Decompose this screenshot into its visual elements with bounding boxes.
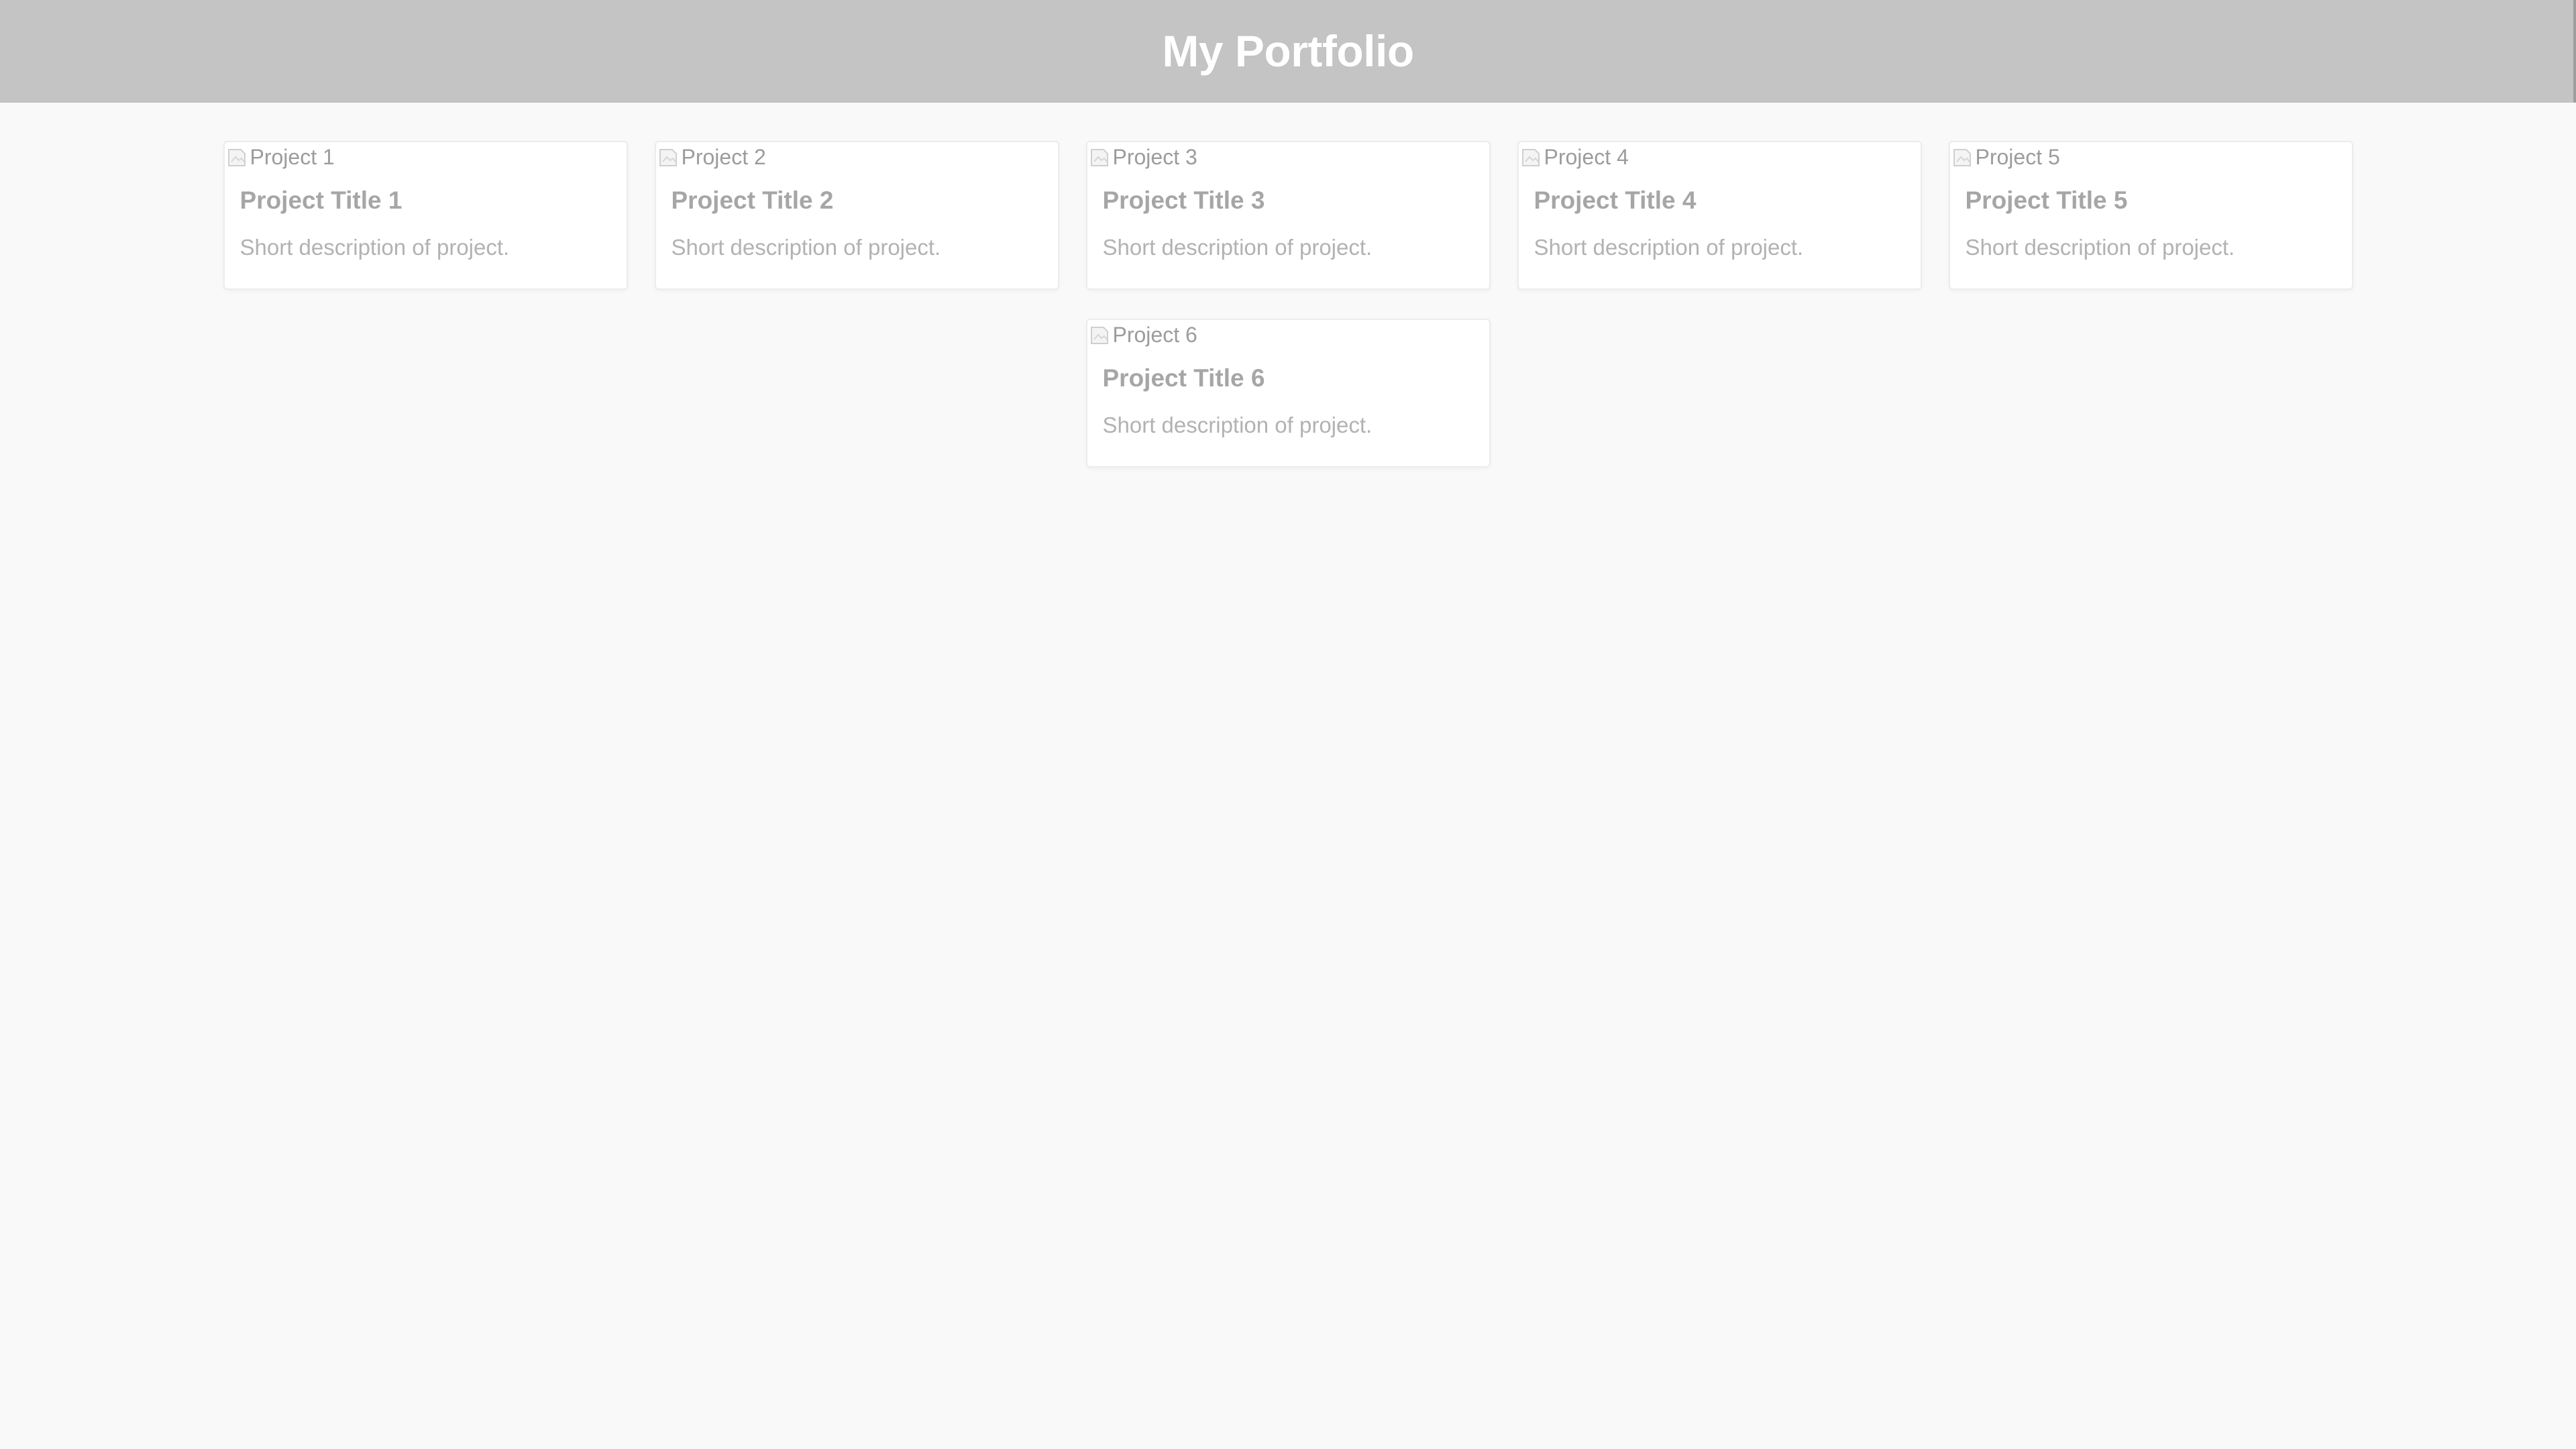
project-description: Short description of project. (1102, 235, 1373, 260)
scrollbar[interactable] (2573, 0, 2576, 103)
project-title: Project Title 1 (239, 186, 402, 214)
broken-image-icon (226, 146, 249, 168)
broken-image-icon (1951, 146, 1974, 168)
project-image-alt: Project 5 (1975, 144, 2060, 169)
project-image-alt: Project 4 (1544, 144, 1629, 169)
project-description: Short description of project. (1965, 235, 2235, 260)
project-title: Project Title 2 (671, 186, 834, 214)
project-card[interactable]: Project 4 Project Title 4 Short descript… (1517, 141, 1922, 290)
project-gallery: Project 1 Project Title 1 Short descript… (218, 141, 2358, 468)
project-image: Project 5 (1951, 145, 2060, 169)
broken-image-icon (1520, 146, 1543, 168)
site-header: My Portfolio (0, 0, 2576, 103)
project-description: Short description of project. (671, 235, 941, 260)
project-description: Short description of project. (239, 235, 510, 260)
project-image-alt: Project 2 (681, 144, 766, 169)
project-title: Project Title 5 (1965, 186, 2128, 214)
broken-image-icon (1089, 146, 1112, 168)
project-title: Project Title 3 (1102, 186, 1265, 214)
project-image: Project 3 (1089, 145, 1197, 169)
page-title: My Portfolio (1162, 26, 1414, 76)
project-description: Short description of project. (1102, 413, 1373, 437)
project-card[interactable]: Project 1 Project Title 1 Short descript… (223, 141, 628, 290)
project-image: Project 2 (657, 145, 766, 169)
project-image-alt: Project 6 (1112, 322, 1197, 347)
project-description: Short description of project. (1534, 235, 1804, 260)
project-title: Project Title 6 (1102, 364, 1265, 392)
broken-image-icon (657, 146, 680, 168)
project-card[interactable]: Project 2 Project Title 2 Short descript… (654, 141, 1059, 290)
project-title: Project Title 4 (1534, 186, 1697, 214)
project-image: Project 6 (1089, 323, 1197, 347)
project-image-alt: Project 1 (250, 144, 335, 169)
project-card[interactable]: Project 3 Project Title 3 Short descript… (1085, 141, 1491, 290)
project-card[interactable]: Project 5 Project Title 5 Short descript… (1948, 141, 2353, 290)
broken-image-icon (1089, 323, 1112, 346)
project-image-alt: Project 3 (1112, 144, 1197, 169)
project-image: Project 4 (1520, 145, 1629, 169)
project-card[interactable]: Project 6 Project Title 6 Short descript… (1085, 319, 1491, 468)
project-image: Project 1 (226, 145, 335, 169)
